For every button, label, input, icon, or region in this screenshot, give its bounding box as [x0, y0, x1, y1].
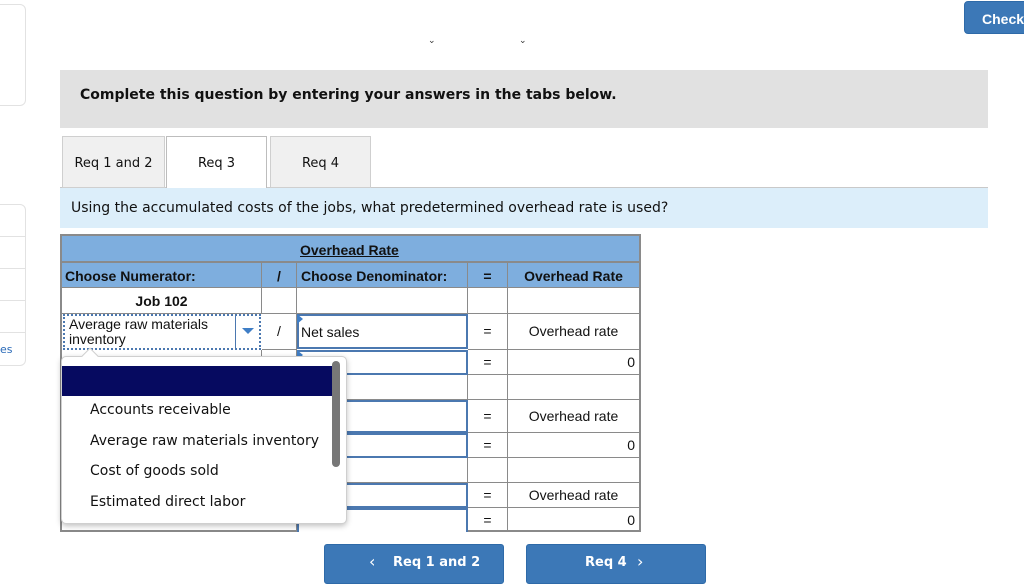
empty-cell — [468, 288, 508, 314]
chevron-down-icon: ⌄ — [519, 36, 527, 46]
empty-cell — [508, 458, 639, 483]
equals-sign: = — [468, 314, 508, 350]
chevron-right-icon: › — [637, 552, 644, 571]
dropdown-option[interactable]: Accounts receivable — [90, 402, 231, 418]
rate-value: 0 — [627, 512, 635, 528]
table-title: Overhead Rate — [300, 242, 399, 258]
sidebar-item[interactable] — [0, 301, 25, 333]
header-divide: / — [262, 263, 297, 288]
prev-req-label: Req 1 and 2 — [393, 555, 481, 570]
tab-req-4[interactable]: Req 4 — [270, 136, 371, 188]
question-text: Using the accumulated costs of the jobs,… — [60, 188, 988, 228]
next-req-button[interactable]: Req 4 › — [526, 544, 706, 584]
sidebar-item[interactable] — [0, 205, 25, 237]
rate-value: 0 — [508, 433, 639, 458]
numerator-dropdown-menu: Accounts receivable Average raw material… — [61, 347, 347, 524]
header-numerator: Choose Numerator: — [62, 263, 262, 288]
dropdown-option[interactable]: Average raw materials inventory — [90, 433, 319, 449]
job-label: Job 102 — [62, 288, 262, 314]
numerator-select[interactable]: Average raw materials inventory — [63, 314, 261, 350]
rate-label: Overhead rate — [508, 400, 639, 433]
input-marker-icon — [297, 314, 303, 324]
rate-label: Overhead rate — [508, 314, 639, 350]
denominator-value: Net sales — [301, 324, 360, 340]
sidebar-item[interactable] — [0, 269, 25, 301]
denominator-input[interactable]: Net sales — [297, 314, 468, 349]
equals-sign: = — [468, 433, 508, 458]
empty-cell — [468, 458, 508, 483]
empty-cell — [468, 375, 508, 400]
sidebar-link[interactable]: es — [0, 343, 13, 356]
next-req-label: Req 4 — [585, 555, 627, 570]
tab-req-3[interactable]: Req 3 — [166, 136, 267, 189]
dropdown-option[interactable]: Estimated direct labor — [90, 494, 245, 510]
header-equals: = — [468, 263, 508, 288]
chevron-left-icon: ‹ — [369, 552, 376, 571]
equals-sign: = — [468, 350, 508, 375]
dropdown-option-highlighted[interactable] — [62, 366, 334, 396]
divide-sign: / — [262, 314, 297, 350]
dropdown-scrollbar[interactable] — [332, 361, 340, 467]
chevron-down-icon: ⌄ — [428, 36, 436, 46]
header-rate: Overhead Rate — [508, 263, 639, 288]
empty-cell — [262, 288, 297, 314]
table-title-row: Overhead Rate — [62, 236, 639, 263]
check-button[interactable]: Check — [964, 1, 1024, 34]
equals-sign: = — [468, 508, 508, 532]
empty-cell — [508, 288, 639, 314]
equals-sign: = — [468, 483, 508, 508]
dropdown-option[interactable]: Cost of goods sold — [90, 463, 219, 479]
sidebar-card — [0, 4, 26, 106]
rate-label: Overhead rate — [508, 483, 639, 508]
tab-req-1-and-2[interactable]: Req 1 and 2 — [62, 136, 165, 188]
empty-cell — [297, 288, 468, 314]
caret-down-icon — [242, 328, 254, 334]
sidebar-list — [0, 204, 26, 366]
rate-value: 0 — [508, 350, 639, 375]
dropdown-caret[interactable] — [235, 316, 259, 348]
empty-cell — [508, 375, 639, 400]
prev-req-button[interactable]: ‹ Req 1 and 2 — [324, 544, 504, 584]
sidebar-item[interactable] — [0, 237, 25, 269]
header-denominator: Choose Denominator: — [297, 263, 468, 288]
instruction-text: Complete this question by entering your … — [80, 87, 617, 103]
equals-sign: = — [468, 400, 508, 433]
instruction-banner: Complete this question by entering your … — [60, 70, 988, 128]
numerator-value: Average raw materials inventory — [69, 316, 209, 347]
